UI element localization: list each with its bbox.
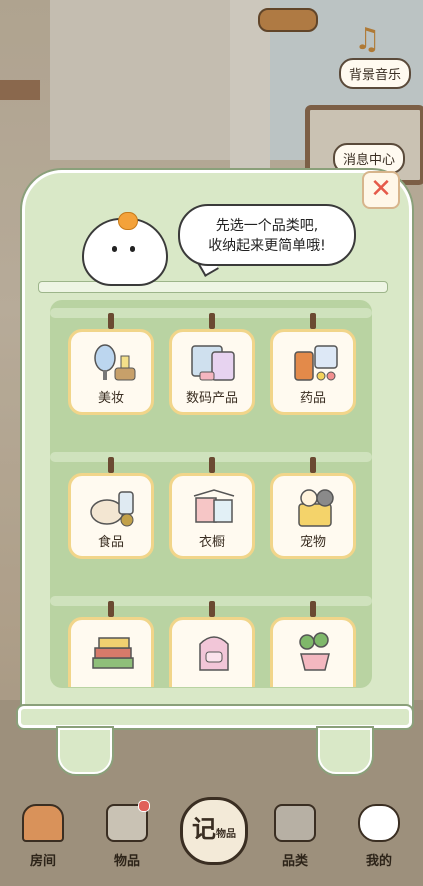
category-label: 宠物 (299, 535, 326, 550)
books-icon (89, 630, 137, 672)
card-clip (68, 617, 154, 687)
house-icon (22, 804, 64, 842)
category-label: 衣橱 (198, 535, 225, 550)
category-card-wardrobe[interactable]: 衣橱 (169, 473, 255, 559)
peg (108, 313, 114, 329)
digital-products-icon (190, 342, 238, 384)
category-card-plant[interactable] (270, 617, 356, 687)
peg (310, 601, 316, 617)
peg (108, 601, 114, 617)
category-card-cosmetics[interactable]: 美妆 (68, 329, 154, 415)
category-label: 药品 (299, 391, 326, 406)
category-card-books[interactable] (68, 617, 154, 687)
category-boxes-icon (274, 804, 316, 842)
food-icon (89, 486, 137, 528)
category-card-medicine[interactable]: 药品 (270, 329, 356, 415)
record-button[interactable]: 记物品 (180, 797, 248, 865)
category-card-backpack[interactable] (169, 617, 255, 687)
record-sub-label: 物品 (216, 829, 236, 840)
peg (310, 457, 316, 473)
cabinet-top-rail (38, 281, 388, 293)
wardrobe-icon (190, 486, 238, 528)
nav-mine[interactable]: 我的 (344, 804, 414, 869)
nav-room[interactable]: 房间 (8, 804, 78, 869)
background-music-button[interactable]: 背景音乐 (338, 58, 411, 89)
category-card-food[interactable]: 食品 (68, 473, 154, 559)
pet-icon (291, 486, 339, 528)
peg (209, 457, 215, 473)
nav-room-label: 房间 (29, 854, 56, 869)
cabinet-base (18, 706, 412, 728)
bubble-line-2: 收纳起来更简单哦! (208, 238, 326, 254)
category-card-pet[interactable]: 宠物 (270, 473, 356, 559)
bubble-line-1: 先选一个品类吧, (215, 218, 319, 234)
category-label: 美妆 (97, 391, 124, 406)
peg (108, 457, 114, 473)
cabinet-leg (58, 728, 112, 774)
nav-category[interactable]: 品类 (260, 804, 330, 869)
close-button[interactable]: ✕ (362, 171, 400, 209)
nav-category-label: 品类 (281, 854, 308, 869)
card-clip (169, 617, 255, 687)
cosmetics-icon (89, 342, 137, 384)
peg (209, 313, 215, 329)
peg (209, 601, 215, 617)
medicine-icon (291, 342, 339, 384)
category-card-digital[interactable]: 数码产品 (169, 329, 255, 415)
category-label: 数码产品 (185, 391, 238, 406)
dog-face-icon (358, 804, 400, 842)
orange-icon (118, 212, 138, 230)
nav-items[interactable]: 物品 (92, 804, 162, 869)
nav-items-label: 物品 (113, 854, 140, 869)
card-clip (270, 617, 356, 687)
peg (310, 313, 316, 329)
category-label: 食品 (97, 535, 124, 550)
nav-mine-label: 我的 (365, 854, 392, 869)
mascot-eye (112, 246, 117, 252)
cabinet-leg (318, 728, 372, 774)
backpack-icon (190, 630, 238, 672)
record-label: 记 (192, 815, 216, 843)
speech-bubble: 先选一个品类吧, 收纳起来更简单哦! (178, 204, 356, 266)
notification-badge (138, 800, 150, 812)
plant-icon (291, 630, 339, 672)
mascot-eye (130, 246, 135, 252)
